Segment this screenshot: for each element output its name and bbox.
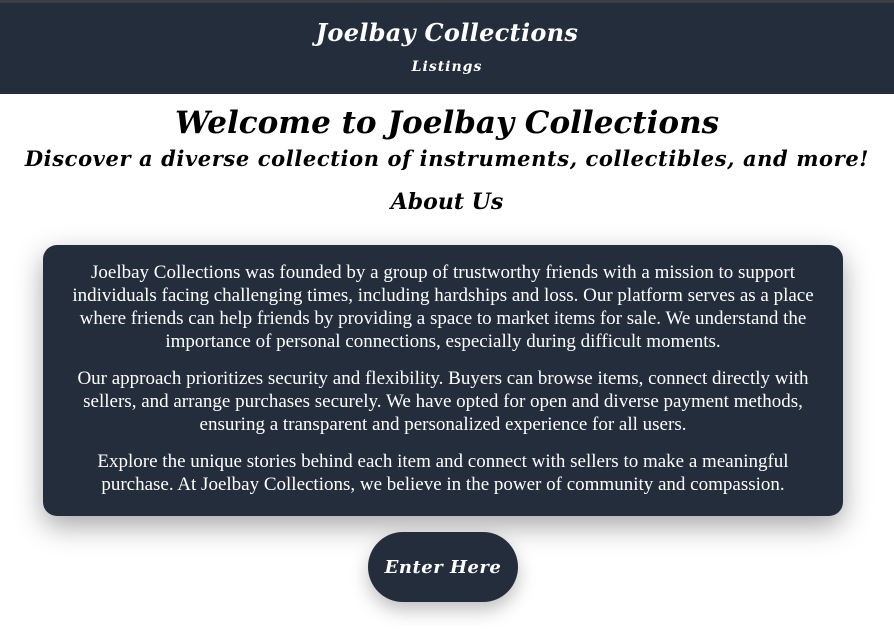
site-brand: Joelbay Collections [315, 18, 579, 47]
main-content: Welcome to Joelbay Collections Discover … [0, 94, 894, 602]
enter-button[interactable]: Enter Here [368, 532, 518, 602]
about-heading: About Us [390, 189, 504, 215]
about-paragraph-1: Joelbay Collections was founded by a gro… [72, 262, 814, 352]
about-card: Joelbay Collections was founded by a gro… [43, 245, 843, 516]
nav-link-listings[interactable]: Listings [412, 59, 483, 75]
page-tagline: Discover a diverse collection of instrum… [24, 146, 870, 171]
site-header: Joelbay Collections Listings [0, 3, 894, 94]
about-paragraph-2: Our approach prioritizes security and fl… [77, 368, 809, 435]
about-paragraph-3: Explore the unique stories behind each i… [97, 451, 789, 495]
page-title: Welcome to Joelbay Collections [174, 105, 720, 141]
